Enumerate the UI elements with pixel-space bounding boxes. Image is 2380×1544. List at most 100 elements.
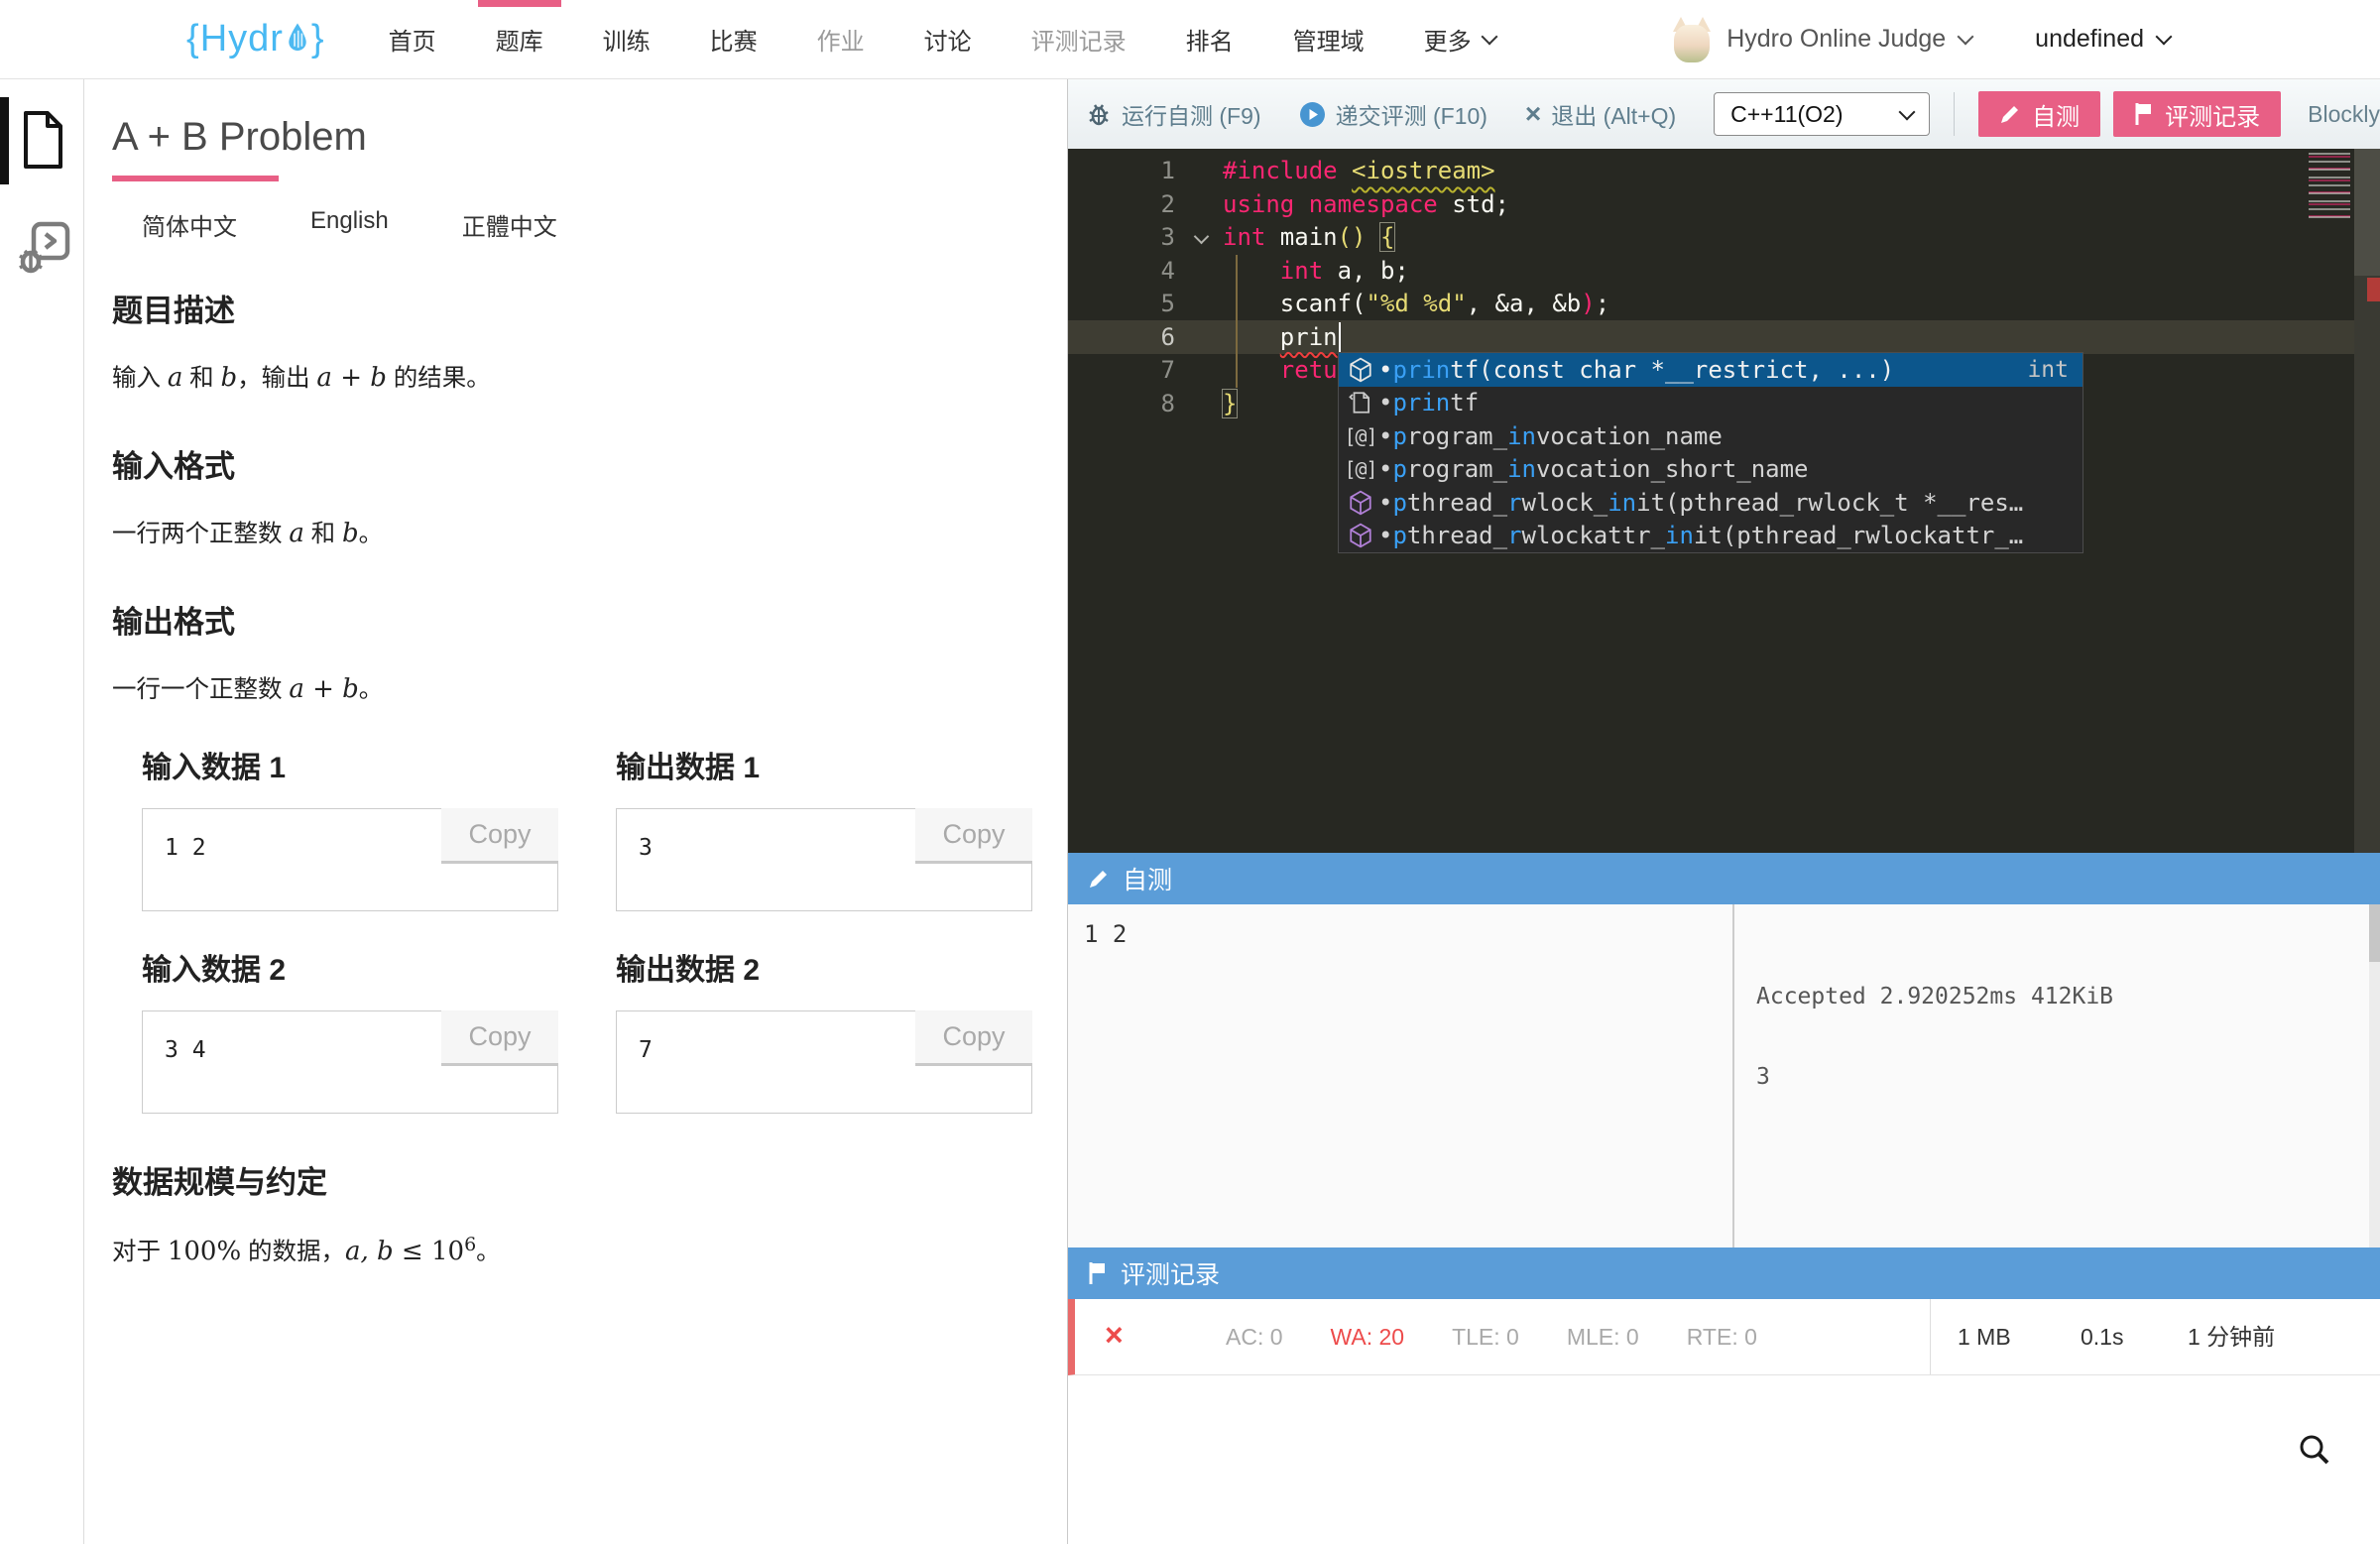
line-number: 5	[1086, 288, 1175, 321]
code-line-5[interactable]: scanf("%d %d", &a, &b);	[1223, 288, 2354, 321]
code-line-3[interactable]: int main() {	[1223, 221, 2354, 255]
records-panel-button[interactable]: 评测记录	[2113, 91, 2281, 137]
logo-text-right: }	[311, 18, 325, 60]
submit-button[interactable]: 递交评测 (F10)	[1299, 97, 1488, 131]
record-row[interactable]: × AC: 0WA: 20TLE: 0MLE: 0RTE: 0 1 MB 0.1…	[1068, 1299, 2380, 1375]
debug-console-icon[interactable]	[18, 218, 71, 283]
sample-output-1: 输出数据 1 3 Copy	[616, 709, 1032, 911]
copy-button[interactable]: Copy	[441, 1010, 558, 1066]
problem-file-icon[interactable]	[18, 109, 67, 176]
text-cursor	[1339, 322, 1342, 352]
pretest-panel: 1 2 Accepted 2.920252ms 412KiB 3	[1068, 904, 2380, 1247]
nav-item-5[interactable]: 作业	[787, 0, 894, 79]
nav-item-4[interactable]: 比赛	[680, 0, 787, 79]
wrong-answer-icon: ×	[1105, 1317, 1124, 1354]
suggestion-item-4[interactable]: [@]•program_invocation_short_name	[1339, 453, 2082, 487]
scratchpad-pane: 运行自测 (F9) 递交评测 (F10) × 退出 (Alt+Q) C++11(…	[1067, 79, 2380, 1544]
nav-item-label: 作业	[817, 22, 865, 57]
sample-title: 输入数据 2	[142, 953, 558, 989]
output-format-text: 一行一个正整数 a + b。	[112, 670, 1027, 709]
sample-box: 3 Copy	[616, 808, 1032, 911]
language-tabs: 简体中文 English 正體中文	[142, 207, 1027, 242]
suggestion-item-6[interactable]: •pthread_rwlockattr_init(pthread_rwlocka…	[1339, 520, 2082, 553]
nav-item-2[interactable]: 题库	[466, 0, 573, 79]
copy-button[interactable]: Copy	[441, 808, 558, 864]
quit-button[interactable]: × 退出 (Alt+Q)	[1525, 97, 1676, 131]
tab-simplified-chinese[interactable]: 简体中文	[142, 207, 237, 242]
suggestion-label: •pthread_rwlockattr_init(pthread_rwlocka…	[1378, 522, 2023, 549]
sample-input-1: 输入数据 1 1 2 Copy	[142, 709, 558, 911]
line-number: 1	[1086, 155, 1175, 188]
avatar[interactable]	[1671, 17, 1713, 62]
line-number: 6	[1086, 321, 1175, 355]
user-dropdown[interactable]: undefined	[2035, 25, 2170, 54]
record-when: 1 分钟前	[2188, 1299, 2275, 1374]
suggestion-label: •program_invocation_name	[1378, 422, 1723, 450]
suggestion-item-3[interactable]: [@]•program_invocation_name	[1339, 419, 2082, 453]
run-pretest-button[interactable]: 运行自测 (F9)	[1086, 97, 1261, 131]
description-text: 输入 a 和 b，输出 a + b 的结果。	[112, 359, 1027, 398]
language-select-value: C++11(O2)	[1730, 101, 1843, 128]
domain-dropdown[interactable]: Hydro Online Judge	[1726, 25, 1971, 54]
tab-english[interactable]: English	[310, 207, 389, 242]
hydro-logo[interactable]: {Hydr }	[186, 18, 325, 60]
pretest-input[interactable]: 1 2	[1068, 904, 1732, 1247]
suggestion-item-2[interactable]: •printf	[1339, 387, 2082, 420]
editor-gutter: 12345678	[1068, 155, 1223, 420]
code-editor[interactable]: 12345678 #include <iostream>using namesp…	[1068, 149, 2380, 853]
section-heading-input-format: 输入格式	[112, 449, 1027, 485]
tab-traditional-chinese[interactable]: 正體中文	[462, 207, 557, 242]
pretest-result-output: 3	[1756, 1064, 2113, 1091]
code-line-6[interactable]: prin	[1223, 321, 2354, 355]
suggestion-item-5[interactable]: •pthread_rwlock_init(pthread_rwlock_t *_…	[1339, 486, 2082, 520]
active-tab-underline	[112, 176, 279, 181]
code-line-2[interactable]: using namespace std;	[1223, 188, 2354, 222]
code-line-1[interactable]: #include <iostream>	[1223, 155, 2354, 188]
blockly-link[interactable]: Blockly	[2308, 101, 2380, 128]
nav-item-7[interactable]: 评测记录	[1002, 0, 1156, 79]
scratchpad-toolbar: 运行自测 (F9) 递交评测 (F10) × 退出 (Alt+Q) C++11(…	[1068, 79, 2380, 149]
editor-scrollbar[interactable]	[2354, 149, 2380, 853]
record-divider	[1930, 1299, 1931, 1374]
close-icon: ×	[1525, 104, 1541, 124]
chevron-down-icon	[1899, 104, 1916, 121]
problem-title: A + B Problem	[112, 113, 1027, 161]
nav-item-1[interactable]: 首页	[359, 0, 466, 79]
copy-button[interactable]: Copy	[915, 1010, 1032, 1066]
suggestion-item-1[interactable]: •printf(const char *__restrict, ...)int	[1339, 353, 2082, 387]
fold-chevron-icon[interactable]	[1194, 229, 1210, 245]
flag-icon	[2134, 102, 2154, 126]
sample-box: 1 2 Copy	[142, 808, 558, 911]
nav-item-6[interactable]: 讨论	[894, 0, 1002, 79]
scrollbar-thumb[interactable]	[2369, 904, 2380, 962]
samples-grid: 输入数据 1 1 2 Copy 输出数据 1 3 Copy 输入数据 2 3 4…	[142, 709, 1027, 1114]
nav-item-8[interactable]: 排名	[1156, 0, 1263, 79]
pretest-result: Accepted 2.920252ms 412KiB 3	[1756, 930, 2113, 1144]
nav-item-3[interactable]: 训练	[573, 0, 680, 79]
minimap[interactable]	[2309, 153, 2350, 218]
sample-title: 输入数据 1	[142, 751, 558, 786]
at-symbol-icon: [@]	[1345, 424, 1376, 448]
nav-item-10[interactable]: 更多	[1394, 0, 1525, 79]
cube-purple-symbol-icon	[1345, 490, 1376, 516]
section-heading-description: 题目描述	[112, 294, 1027, 329]
pretest-scrollbar[interactable]	[2369, 904, 2380, 1247]
copy-button[interactable]: Copy	[915, 808, 1032, 864]
nav-account-area: Hydro Online Judge undefined	[1671, 17, 2380, 62]
toolbar-divider	[1954, 92, 1955, 136]
suggestion-detail: int	[2027, 357, 2069, 383]
panel-divider[interactable]	[1732, 904, 1734, 1247]
code-line-4[interactable]: int a, b;	[1223, 255, 2354, 289]
scrollbar-thumb[interactable]	[2354, 149, 2380, 276]
nav-item-9[interactable]: 管理域	[1263, 0, 1394, 79]
language-select[interactable]: C++11(O2)	[1714, 92, 1930, 136]
pencil-icon	[1999, 103, 2021, 125]
line-number: 3	[1086, 221, 1175, 255]
sample-title: 输出数据 1	[616, 751, 1032, 786]
search-icon[interactable]	[2295, 1430, 2334, 1475]
record-stats: AC: 0WA: 20TLE: 0MLE: 0RTE: 0	[1226, 1299, 1757, 1374]
cube-purple-symbol-icon	[1345, 523, 1376, 548]
pretest-panel-button[interactable]: 自测	[1978, 91, 2100, 137]
top-nav: {Hydr } 首页题库训练比赛作业讨论评测记录排名管理域更多 Hydro On…	[0, 0, 2380, 79]
nav-item-label: 题库	[496, 22, 543, 57]
